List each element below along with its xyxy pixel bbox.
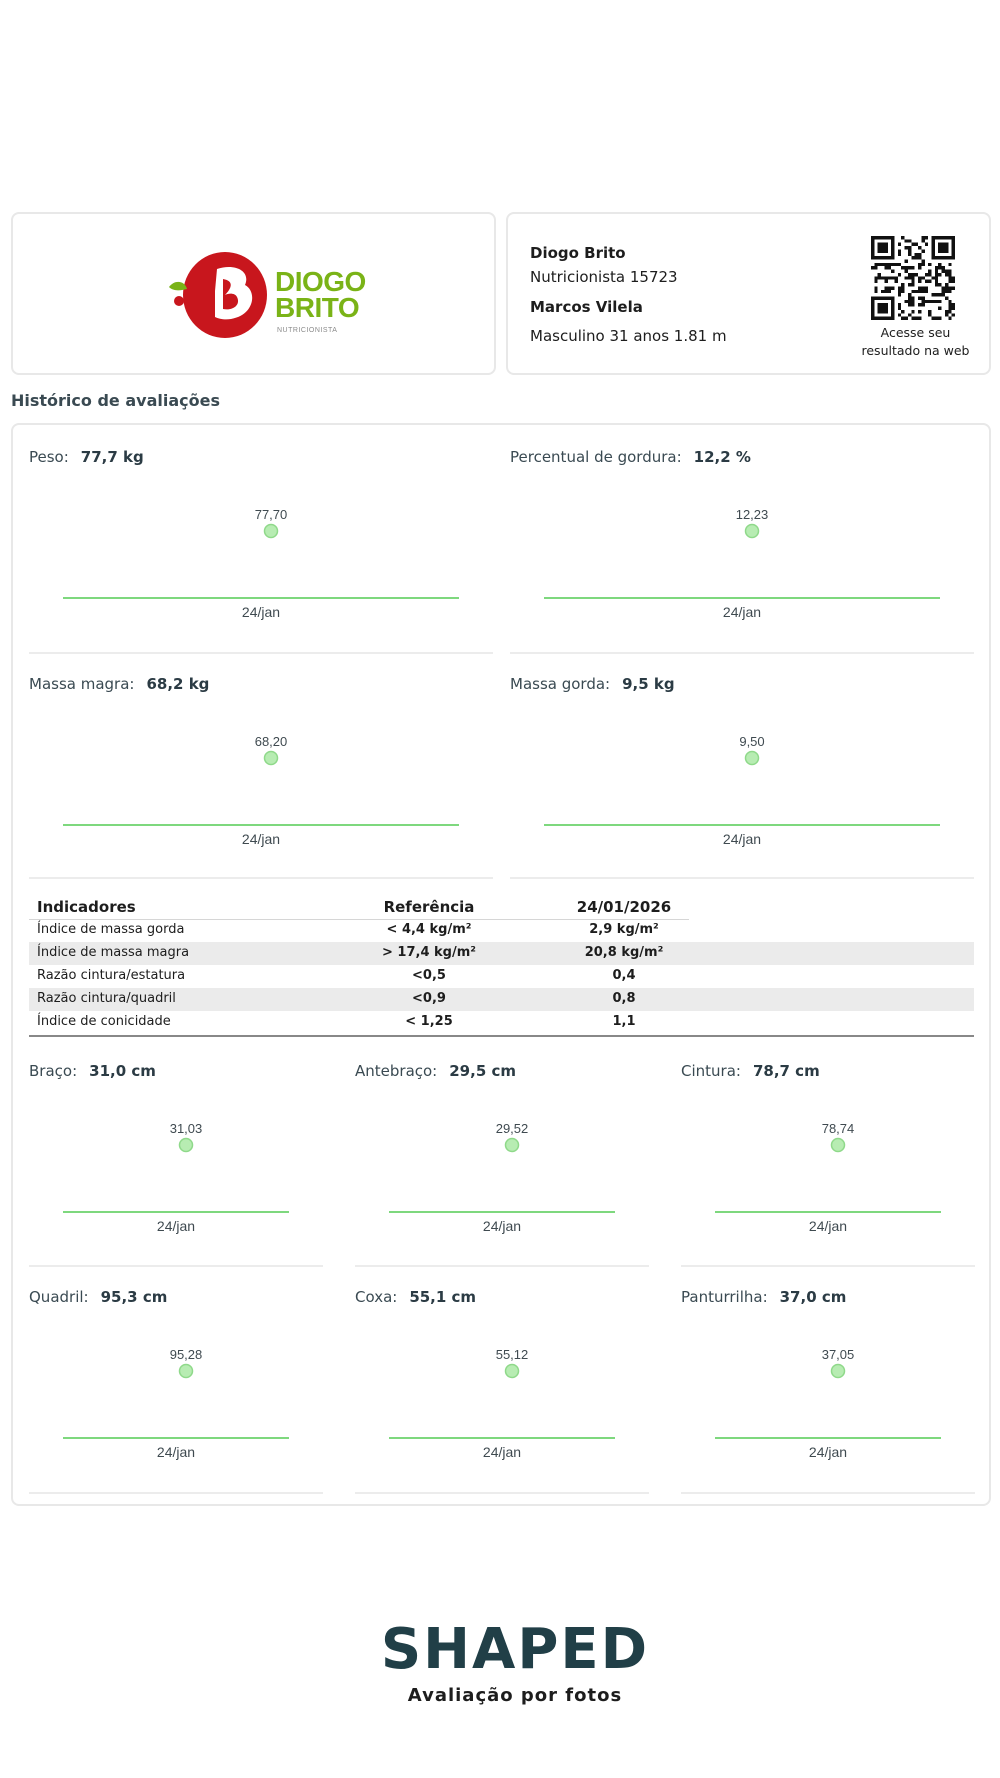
data-label: 31,03 [170,1121,203,1136]
chart-plot: 29,52 24/jan [389,1121,615,1234]
nutritionist-logo: DIOGO BRITO NUTRICIONISTA [165,249,366,344]
table-header: Indicadores Referência 24/01/2026 [29,895,974,920]
chart-panel-quadril: Quadril: 95,3 cm 95,28 24/jan [29,1266,323,1494]
table-bottom-divider [29,1035,974,1037]
chart-panel-panturrilha: Panturrilha: 37,0 cm 37,05 24/jan [681,1266,975,1494]
table-row: Razão cintura/estatura <0,5 0,4 [37,968,636,983]
chart-plot: 78,74 24/jan [715,1121,941,1234]
patient-info-card: Diogo Brito Nutricionista 15723 Marcos V… [506,212,991,375]
chart-plot: 9,50 24/jan [544,734,940,847]
data-label: 68,20 [255,734,288,749]
indicators-table: Indicadores Referência 24/01/2026 Índice… [29,895,974,1037]
chart-plot: 31,03 24/jan [63,1121,289,1234]
patient-details: Masculino 31 anos 1.81 m [530,327,727,345]
brand-wordmark: SHAPED [381,1620,649,1676]
chart-panel-braco: Braço: 31,0 cm 31,03 24/jan [29,1040,323,1267]
data-point[interactable] [263,523,279,539]
qr-code-icon[interactable] [868,236,958,320]
x-tick-label: 24/jan [483,1218,521,1234]
logo-subtitle: NUTRICIONISTA [277,327,338,334]
data-point[interactable] [830,1137,846,1153]
data-point[interactable] [744,750,760,766]
data-label: 78,74 [822,1121,855,1136]
data-point[interactable] [263,750,279,766]
chart-plot: 12,23 24/jan [544,507,940,620]
logo-line-2: BRITO [275,292,360,323]
data-point[interactable] [178,1363,194,1379]
data-point[interactable] [504,1363,520,1379]
data-label: 77,70 [255,507,288,522]
header-referencia: Referência [383,898,475,916]
table-row: Índice de massa gorda < 4,4 kg/m² 2,9 kg… [37,922,659,937]
qr-caption: Acesse seu resultado na web [861,325,970,358]
x-tick-label: 24/jan [483,1444,521,1460]
shaped-brand-logo: SHAPED [381,1620,649,1676]
logo-b-mark-icon [169,252,267,338]
data-label: 55,12 [496,1347,529,1362]
table-row: Índice de massa magra > 17,4 kg/m² 20,8 … [29,942,974,965]
x-tick-label: 24/jan [242,831,280,847]
professional-name: Diogo Brito [530,244,626,262]
chart-panel-massa-magra: Massa magra: 68,2 kg 68,20 24/jan [29,653,493,879]
chart-plot: 95,28 24/jan [63,1347,289,1460]
chart-plot: 55,12 24/jan [389,1347,615,1460]
patient-name: Marcos Vilela [530,298,643,316]
x-tick-label: 24/jan [809,1444,847,1460]
data-point[interactable] [504,1137,520,1153]
data-label: 37,05 [822,1347,855,1362]
x-tick-label: 24/jan [809,1218,847,1234]
data-label: 95,28 [170,1347,203,1362]
data-label: 9,50 [739,734,764,749]
x-tick-label: 24/jan [723,831,761,847]
header-date: 24/01/2026 [576,898,672,916]
table-row: Índice de conicidade < 1,25 1,1 [37,1014,636,1029]
chart-panel-percentual-gordura: Percentual de gordura: 12,2 % 12,23 24/jan [510,426,974,654]
x-tick-label: 24/jan [723,604,761,620]
chart-panel-massa-gorda: Massa gorda: 9,5 kg 9,50 24/jan [510,653,974,879]
chart-panel-antebraco: Antebraço: 29,5 cm 29,52 24/jan [355,1040,649,1267]
brand-tagline: Avaliação por fotos [407,1685,623,1706]
x-tick-label: 24/jan [242,604,280,620]
data-point[interactable] [830,1363,846,1379]
chart-panel-coxa: Coxa: 55,1 cm 55,12 24/jan [355,1266,649,1494]
logo-card: DIOGO BRITO NUTRICIONISTA [11,212,496,375]
data-label: 29,52 [496,1121,529,1136]
chart-panel-peso: Peso: 77,7 kg 77,70 24/jan [29,426,493,654]
chart-plot: 68,20 24/jan [63,734,459,847]
section-title: Histórico de avaliações [11,391,220,410]
table-row: Razão cintura/quadril <0,9 0,8 [29,988,974,1011]
chart-panel-cintura: Cintura: 78,7 cm 78,74 24/jan [681,1040,975,1267]
chart-plot: 77,70 24/jan [63,507,459,620]
data-point[interactable] [178,1137,194,1153]
header-indicadores: Indicadores [37,898,136,916]
professional-role: Nutricionista 15723 [530,268,678,286]
data-label: 12,23 [736,507,769,522]
x-tick-label: 24/jan [157,1444,195,1460]
chart-plot: 37,05 24/jan [715,1347,941,1460]
x-tick-label: 24/jan [157,1218,195,1234]
data-point[interactable] [744,523,760,539]
